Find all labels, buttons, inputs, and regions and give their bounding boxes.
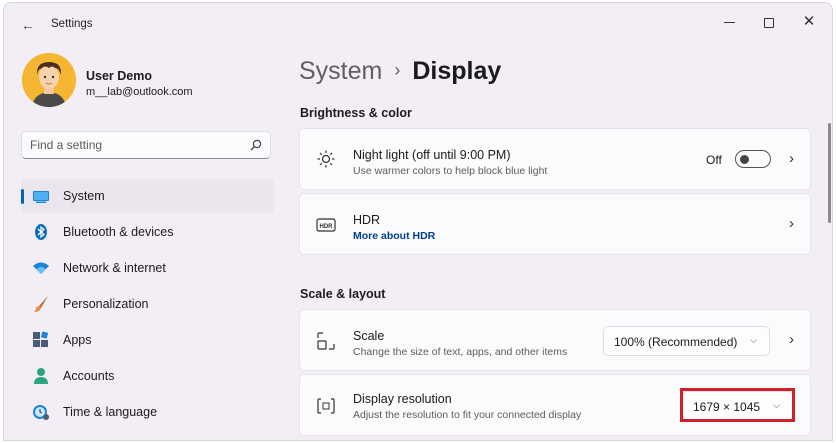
- sidebar-item-label: Network & internet: [63, 261, 166, 275]
- page-title: Display: [412, 57, 502, 85]
- settings-window: ← Settings ✕ User Demo m__lab@outlook.co…: [3, 2, 833, 441]
- chevron-right-icon[interactable]: ›: [789, 150, 794, 167]
- minimize-icon: [723, 21, 735, 24]
- hdr-card[interactable]: HDR HDR More about HDR ›: [299, 193, 811, 255]
- toggle-knob: [740, 154, 749, 164]
- breadcrumb-parent[interactable]: System: [299, 57, 382, 85]
- scale-card[interactable]: Scale Change the size of text, apps, and…: [299, 309, 811, 371]
- sidebar-nav: System Bluetooth & devices Network & int…: [21, 179, 274, 431]
- avatar-illustration: [22, 53, 76, 107]
- active-indicator: [21, 189, 24, 204]
- bluetooth-icon: [35, 224, 47, 240]
- close-icon: ✕: [802, 13, 816, 30]
- scale-title: Scale: [353, 329, 385, 343]
- user-name: User Demo: [86, 69, 152, 83]
- sidebar-item-system[interactable]: System: [21, 179, 274, 213]
- hdr-title: HDR: [353, 213, 381, 227]
- section-title-scale-layout: Scale & layout: [300, 287, 386, 301]
- night-light-title: Night light (off until 9:00 PM): [353, 148, 511, 162]
- sidebar-item-label: Apps: [63, 333, 92, 347]
- person-icon: [34, 368, 48, 384]
- apps-icon: [33, 331, 49, 347]
- scrollbar[interactable]: [828, 123, 831, 223]
- chevron-down-icon: ⌵: [750, 335, 757, 345]
- section-title-brightness: Brightness & color: [300, 106, 412, 120]
- search-box[interactable]: [21, 131, 271, 159]
- highlight-box: [680, 388, 795, 422]
- search-input[interactable]: [30, 137, 240, 153]
- scale-dropdown-value: 100% (Recommended): [614, 335, 738, 349]
- svg-text:HDR: HDR: [320, 224, 334, 230]
- title-bar: ← Settings ✕: [4, 3, 832, 47]
- breadcrumb-separator: ›: [394, 60, 401, 80]
- display-resolution-subtitle: Adjust the resolution to fit your connec…: [353, 409, 582, 421]
- brightness-icon: [317, 150, 335, 168]
- sidebar-item-label: System: [63, 189, 105, 203]
- scale-icon: [317, 332, 335, 350]
- sidebar-item-label: Personalization: [63, 297, 149, 311]
- more-about-hdr-link[interactable]: More about HDR: [353, 230, 435, 242]
- display-resolution-card[interactable]: Display resolution Adjust the resolution…: [299, 374, 811, 436]
- sidebar-item-personalization[interactable]: Personalization: [21, 287, 274, 321]
- wifi-icon: [33, 262, 49, 274]
- hdr-icon: HDR: [316, 218, 336, 232]
- night-light-card[interactable]: Night light (off until 9:00 PM) Use warm…: [299, 128, 811, 190]
- search-icon[interactable]: [250, 139, 262, 151]
- brush-icon: [34, 296, 48, 312]
- clock-globe-icon: [33, 405, 49, 420]
- night-light-toggle[interactable]: [735, 150, 771, 168]
- sidebar-item-time-language[interactable]: Time & language: [21, 395, 274, 429]
- scale-dropdown[interactable]: 100% (Recommended) ⌵: [603, 326, 770, 356]
- avatar[interactable]: [22, 53, 76, 107]
- night-light-subtitle: Use warmer colors to help block blue lig…: [353, 165, 548, 177]
- sidebar-item-bluetooth[interactable]: Bluetooth & devices: [21, 215, 274, 249]
- app-title: Settings: [51, 18, 93, 30]
- maximize-button[interactable]: [754, 11, 784, 33]
- back-arrow-icon[interactable]: ←: [18, 15, 38, 35]
- sidebar-item-label: Accounts: [63, 369, 115, 383]
- close-button[interactable]: ✕: [794, 11, 824, 33]
- resolution-icon: [317, 398, 335, 414]
- breadcrumb: System › Display: [299, 57, 501, 86]
- scale-subtitle: Change the size of text, apps, and other…: [353, 346, 568, 358]
- sidebar-item-accounts[interactable]: Accounts: [21, 359, 274, 393]
- minimize-button[interactable]: [714, 11, 744, 33]
- maximize-icon: [764, 17, 774, 28]
- sidebar-item-label: Time & language: [63, 405, 158, 419]
- chevron-right-icon[interactable]: ›: [789, 331, 794, 348]
- user-email: m__lab@outlook.com: [86, 86, 193, 98]
- display-icon: [33, 191, 49, 203]
- sidebar-item-network[interactable]: Network & internet: [21, 251, 274, 285]
- sidebar-item-label: Bluetooth & devices: [63, 225, 174, 239]
- display-resolution-title: Display resolution: [353, 392, 452, 406]
- night-light-toggle-label: Off: [706, 153, 722, 167]
- sidebar-item-apps[interactable]: Apps: [21, 323, 274, 357]
- chevron-right-icon[interactable]: ›: [789, 215, 794, 232]
